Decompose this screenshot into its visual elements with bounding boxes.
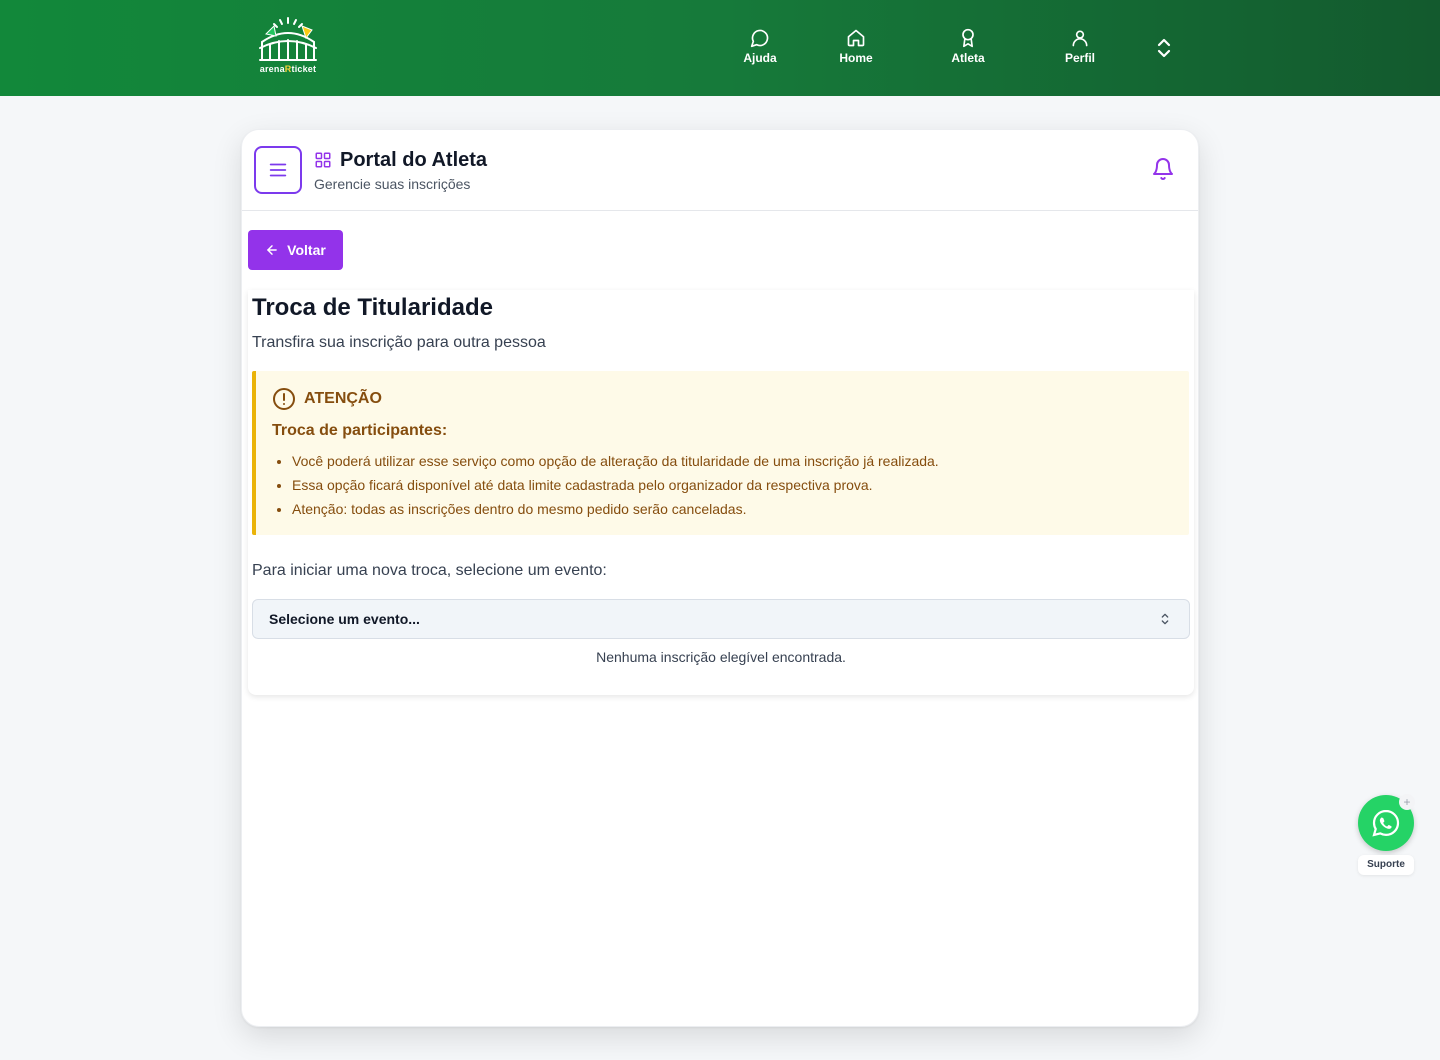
user-icon: [1072, 30, 1088, 47]
hamburger-icon: [269, 163, 287, 177]
nav-atleta-label: Atleta: [951, 51, 985, 65]
event-select[interactable]: Selecione um evento...: [252, 599, 1190, 639]
empty-state-message: Nenhuma inscrição elegível encontrada.: [596, 649, 846, 665]
arrow-left-icon: [267, 245, 277, 255]
home-icon: [847, 29, 865, 47]
nav-ajuda-label: Ajuda: [743, 51, 777, 65]
portal-header: Portal do Atleta Gerencie suas inscriçõe…: [242, 130, 1198, 211]
alert-title: ATENÇÃO: [304, 390, 382, 407]
page-title: Troca de Titularidade: [252, 294, 493, 321]
arenaticket-logo[interactable]: arenaRticket: [252, 14, 324, 78]
support-label: Suporte: [1358, 855, 1414, 875]
logo-wordmark: arenaRticket: [252, 64, 324, 74]
medal-icon: [962, 28, 974, 48]
back-button[interactable]: Voltar: [248, 230, 343, 270]
menu-button[interactable]: [254, 146, 302, 194]
alert-list-item: Essa opção ficará disponível até data li…: [292, 475, 1182, 499]
nav-atleta[interactable]: Atleta: [928, 26, 1008, 74]
portal-title: Portal do Atleta: [340, 149, 488, 171]
nav-ajuda[interactable]: Ajuda: [720, 26, 800, 74]
nav-home[interactable]: Home: [816, 26, 896, 74]
dashboard-grid-icon: [315, 152, 331, 168]
select-prompt: Para iniciar uma nova troca, selecione u…: [252, 562, 607, 579]
alert-list-item: Atenção: todas as inscrições dentro do m…: [292, 499, 1182, 523]
nav-home-label: Home: [839, 51, 873, 65]
top-navbar: arenaRticket Ajuda Home Atleta Perfil: [0, 0, 1440, 96]
attention-alert: ATENÇÃO Troca de participantes: Você pod…: [252, 371, 1189, 535]
logo-text-r: R: [284, 64, 292, 74]
alert-circle-icon: [273, 388, 295, 410]
bell-icon[interactable]: [1151, 157, 1175, 181]
alert-list-item: Você poderá utilizar esse serviço como o…: [292, 451, 1182, 475]
event-select-value: Selecione um evento...: [269, 611, 420, 627]
logo-text-ticket: ticket: [291, 64, 317, 74]
alert-list: Você poderá utilizar esse serviço como o…: [292, 451, 1182, 523]
chevron-up-down-icon: [1161, 613, 1169, 625]
chat-bubble-icon: [750, 29, 769, 48]
transfer-panel: Troca de Titularidade Transfira sua insc…: [248, 290, 1194, 695]
back-button-label: Voltar: [287, 242, 326, 258]
support-badge-plus: +: [1399, 794, 1415, 810]
nav-perfil[interactable]: Perfil: [1040, 26, 1120, 74]
whatsapp-icon: [1372, 809, 1400, 837]
portal-subtitle: Gerencie suas inscrições: [314, 176, 471, 192]
stadium-icon: [259, 17, 317, 61]
page-subtitle: Transfira sua inscrição para outra pesso…: [252, 334, 546, 351]
chevron-up-down-icon: [1157, 38, 1171, 58]
logo-text-arena: arena: [259, 64, 285, 74]
nav-perfil-label: Perfil: [1064, 51, 1095, 65]
portal-card: Portal do Atleta Gerencie suas inscriçõe…: [241, 129, 1199, 1027]
alert-subtitle: Troca de participantes:: [272, 422, 448, 439]
nav-expand-toggle[interactable]: [1152, 36, 1176, 60]
